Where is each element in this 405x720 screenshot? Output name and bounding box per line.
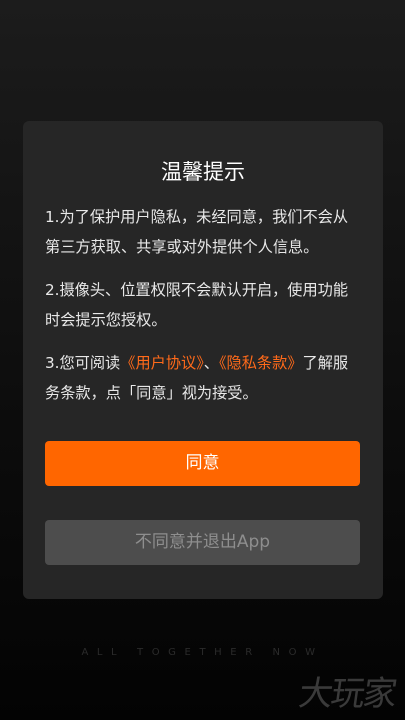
background-slogan: ALL TOGETHER NOW — [81, 647, 324, 658]
privacy-terms-link[interactable]: 《隐私条款》 — [219, 354, 303, 372]
dialog-body: 1.为了保护用户隐私，未经同意，我们不会从第三方获取、共享或对外提供个人信息。 … — [45, 202, 361, 408]
app-logo-text: 大玩家 — [296, 674, 398, 714]
agree-button[interactable]: 同意 — [45, 441, 360, 486]
user-agreement-link[interactable]: 《用户协议》 — [120, 354, 204, 372]
privacy-paragraph-2: 2.摄像头、位置权限不会默认开启，使用功能时会提示您授权。 — [45, 281, 349, 329]
disagree-exit-button[interactable]: 不同意并退出App — [45, 520, 360, 565]
app-screen: 温馨提示 1.为了保护用户隐私，未经同意，我们不会从第三方获取、共享或对外提供个… — [0, 0, 405, 720]
dialog-title: 温馨提示 — [161, 160, 245, 184]
paragraph-3-prefix: 3.您可阅读 — [45, 354, 121, 372]
privacy-dialog: 温馨提示 1.为了保护用户隐私，未经同意，我们不会从第三方获取、共享或对外提供个… — [23, 121, 383, 599]
privacy-paragraph-3: 3.您可阅读《用户协议》、《隐私条款》了解服务条款，点「同意」视为接受。 — [45, 348, 361, 408]
paragraph-3-separator: 、 — [203, 354, 219, 372]
privacy-paragraph-1: 1.为了保护用户隐私，未经同意，我们不会从第三方获取、共享或对外提供个人信息。 — [45, 208, 349, 256]
